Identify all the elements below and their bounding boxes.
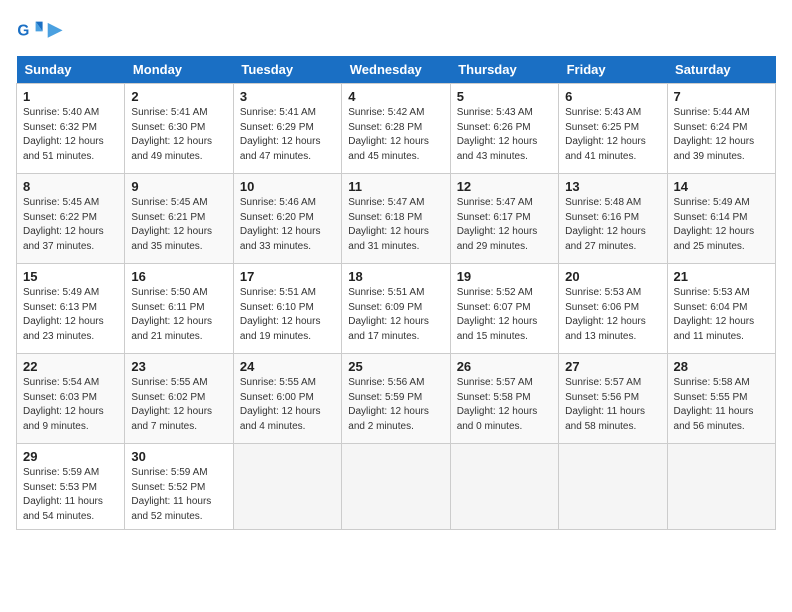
day-1: 1 Sunrise: 5:40 AMSunset: 6:32 PMDayligh… bbox=[17, 84, 125, 174]
calendar-table: Sunday Monday Tuesday Wednesday Thursday… bbox=[16, 56, 776, 530]
calendar-row-4: 22 Sunrise: 5:54 AMSunset: 6:03 PMDaylig… bbox=[17, 354, 776, 444]
day-7: 7 Sunrise: 5:44 AMSunset: 6:24 PMDayligh… bbox=[667, 84, 775, 174]
day-28: 28 Sunrise: 5:58 AMSunset: 5:55 PMDaylig… bbox=[667, 354, 775, 444]
header-monday: Monday bbox=[125, 56, 233, 84]
logo-icon: G bbox=[16, 16, 44, 44]
day-25: 25 Sunrise: 5:56 AMSunset: 5:59 PMDaylig… bbox=[342, 354, 450, 444]
day-15: 15 Sunrise: 5:49 AMSunset: 6:13 PMDaylig… bbox=[17, 264, 125, 354]
day-18: 18 Sunrise: 5:51 AMSunset: 6:09 PMDaylig… bbox=[342, 264, 450, 354]
empty-cell-5 bbox=[667, 444, 775, 530]
day-27: 27 Sunrise: 5:57 AMSunset: 5:56 PMDaylig… bbox=[559, 354, 667, 444]
svg-text:G: G bbox=[17, 23, 29, 40]
day-30: 30 Sunrise: 5:59 AMSunset: 5:52 PMDaylig… bbox=[125, 444, 233, 530]
day-24: 24 Sunrise: 5:55 AMSunset: 6:00 PMDaylig… bbox=[233, 354, 341, 444]
day-19: 19 Sunrise: 5:52 AMSunset: 6:07 PMDaylig… bbox=[450, 264, 558, 354]
logo: G ▶ bbox=[16, 16, 62, 44]
day-8: 8 Sunrise: 5:45 AMSunset: 6:22 PMDayligh… bbox=[17, 174, 125, 264]
day-14: 14 Sunrise: 5:49 AMSunset: 6:14 PMDaylig… bbox=[667, 174, 775, 264]
day-10: 10 Sunrise: 5:46 AMSunset: 6:20 PMDaylig… bbox=[233, 174, 341, 264]
weekday-header-row: Sunday Monday Tuesday Wednesday Thursday… bbox=[17, 56, 776, 84]
day-9: 9 Sunrise: 5:45 AMSunset: 6:21 PMDayligh… bbox=[125, 174, 233, 264]
day-26: 26 Sunrise: 5:57 AMSunset: 5:58 PMDaylig… bbox=[450, 354, 558, 444]
header-saturday: Saturday bbox=[667, 56, 775, 84]
header-sunday: Sunday bbox=[17, 56, 125, 84]
day-11: 11 Sunrise: 5:47 AMSunset: 6:18 PMDaylig… bbox=[342, 174, 450, 264]
day-21: 21 Sunrise: 5:53 AMSunset: 6:04 PMDaylig… bbox=[667, 264, 775, 354]
day-3: 3 Sunrise: 5:41 AMSunset: 6:29 PMDayligh… bbox=[233, 84, 341, 174]
day-23: 23 Sunrise: 5:55 AMSunset: 6:02 PMDaylig… bbox=[125, 354, 233, 444]
calendar-row-5: 29 Sunrise: 5:59 AMSunset: 5:53 PMDaylig… bbox=[17, 444, 776, 530]
day-17: 17 Sunrise: 5:51 AMSunset: 6:10 PMDaylig… bbox=[233, 264, 341, 354]
logo-text: ▶ bbox=[48, 20, 62, 40]
header-thursday: Thursday bbox=[450, 56, 558, 84]
day-20: 20 Sunrise: 5:53 AMSunset: 6:06 PMDaylig… bbox=[559, 264, 667, 354]
page-header: G ▶ bbox=[16, 16, 776, 44]
calendar-row-2: 8 Sunrise: 5:45 AMSunset: 6:22 PMDayligh… bbox=[17, 174, 776, 264]
empty-cell-4 bbox=[559, 444, 667, 530]
day-5: 5 Sunrise: 5:43 AMSunset: 6:26 PMDayligh… bbox=[450, 84, 558, 174]
calendar-row-3: 15 Sunrise: 5:49 AMSunset: 6:13 PMDaylig… bbox=[17, 264, 776, 354]
day-12: 12 Sunrise: 5:47 AMSunset: 6:17 PMDaylig… bbox=[450, 174, 558, 264]
header-tuesday: Tuesday bbox=[233, 56, 341, 84]
calendar-row-1: 1 Sunrise: 5:40 AMSunset: 6:32 PMDayligh… bbox=[17, 84, 776, 174]
day-16: 16 Sunrise: 5:50 AMSunset: 6:11 PMDaylig… bbox=[125, 264, 233, 354]
header-friday: Friday bbox=[559, 56, 667, 84]
day-29: 29 Sunrise: 5:59 AMSunset: 5:53 PMDaylig… bbox=[17, 444, 125, 530]
empty-cell-2 bbox=[342, 444, 450, 530]
empty-cell-1 bbox=[233, 444, 341, 530]
day-6: 6 Sunrise: 5:43 AMSunset: 6:25 PMDayligh… bbox=[559, 84, 667, 174]
header-wednesday: Wednesday bbox=[342, 56, 450, 84]
day-22: 22 Sunrise: 5:54 AMSunset: 6:03 PMDaylig… bbox=[17, 354, 125, 444]
day-2: 2 Sunrise: 5:41 AMSunset: 6:30 PMDayligh… bbox=[125, 84, 233, 174]
day-13: 13 Sunrise: 5:48 AMSunset: 6:16 PMDaylig… bbox=[559, 174, 667, 264]
empty-cell-3 bbox=[450, 444, 558, 530]
day-4: 4 Sunrise: 5:42 AMSunset: 6:28 PMDayligh… bbox=[342, 84, 450, 174]
